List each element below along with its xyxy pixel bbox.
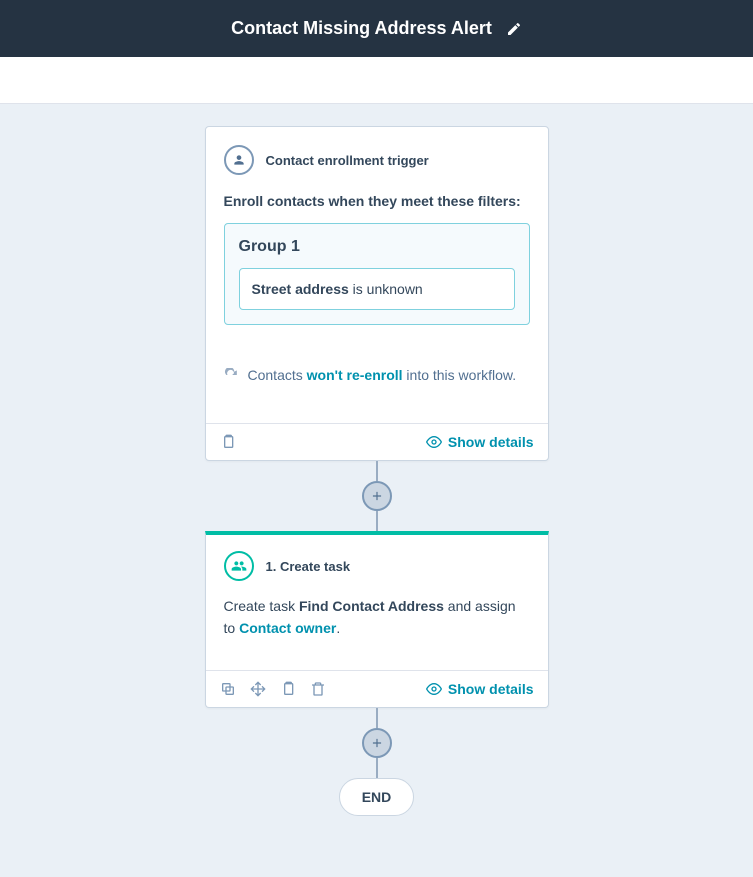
add-step-button[interactable] [362, 728, 392, 758]
connector-line [376, 708, 378, 728]
subheader-bar [0, 57, 753, 104]
editor-header: Contact Missing Address Alert [0, 0, 753, 57]
filter-condition: is unknown [349, 281, 423, 297]
copy-icon[interactable] [220, 681, 236, 697]
reenroll-notice: Contacts won't re-enroll into this workf… [224, 367, 530, 383]
eye-icon [426, 434, 442, 450]
add-step-button[interactable] [362, 481, 392, 511]
filter-group[interactable]: Group 1 Street address is unknown [224, 223, 530, 325]
connector-line [376, 461, 378, 481]
refresh-icon [224, 368, 238, 382]
workflow-title: Contact Missing Address Alert [231, 18, 492, 39]
contact-icon [224, 145, 254, 175]
show-details-button[interactable]: Show details [426, 434, 534, 450]
task-name: Find Contact Address [299, 598, 444, 614]
end-node: END [339, 778, 415, 816]
reenroll-text: Contacts won't re-enroll into this workf… [248, 367, 517, 383]
trigger-description: Enroll contacts when they meet these fil… [224, 193, 530, 209]
connector-line [376, 511, 378, 531]
trigger-title: Contact enrollment trigger [266, 153, 429, 168]
filter-property: Street address [252, 281, 349, 297]
action-card[interactable]: 1. Create task Create task Find Contact … [205, 531, 549, 708]
show-details-button[interactable]: Show details [426, 681, 534, 697]
workflow-canvas: Contact enrollment trigger Enroll contac… [0, 104, 753, 877]
task-description: Create task Find Contact Address and ass… [224, 595, 530, 640]
clipboard-icon[interactable] [220, 434, 236, 450]
reenroll-link[interactable]: won't re-enroll [307, 367, 403, 383]
connector-line [376, 758, 378, 778]
move-icon[interactable] [250, 681, 266, 697]
assignee-link[interactable]: Contact owner [239, 620, 336, 636]
eye-icon [426, 681, 442, 697]
pencil-icon[interactable] [506, 21, 522, 37]
action-title: 1. Create task [266, 559, 351, 574]
trash-icon[interactable] [310, 681, 326, 697]
filter-row[interactable]: Street address is unknown [239, 268, 515, 310]
task-icon [224, 551, 254, 581]
group-title: Group 1 [239, 238, 515, 256]
trigger-card[interactable]: Contact enrollment trigger Enroll contac… [205, 126, 549, 461]
clipboard-icon[interactable] [280, 681, 296, 697]
